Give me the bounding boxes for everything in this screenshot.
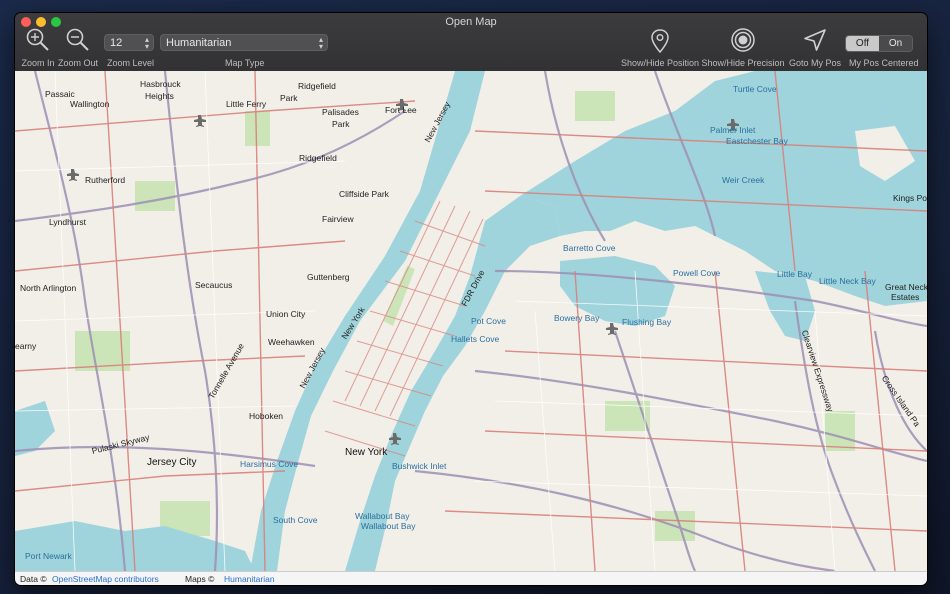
map-label: Lyndhurst <box>49 217 87 227</box>
map-label: Turtle Cove <box>733 84 777 94</box>
map-label: Kings Poi <box>893 193 927 203</box>
zoom-in-icon <box>26 28 49 51</box>
map-label: Wallabout Bay <box>355 511 410 521</box>
toolbar: Open Map Zoom In Zoom Out 12 ▴ ▾ Zoom Le… <box>15 13 927 72</box>
toggle-off-option[interactable]: Off <box>846 36 879 51</box>
map-label: Weir Creek <box>722 175 765 185</box>
app-window: Open Map Zoom In Zoom Out 12 ▴ ▾ Zoom Le… <box>15 13 927 585</box>
map-label: Secaucus <box>195 280 233 290</box>
zoom-level-value: 12 <box>110 37 123 49</box>
maps-attribution-prefix: Maps © <box>185 574 215 584</box>
map-label: Cliffside Park <box>339 189 389 199</box>
show-hide-position-label: Show/Hide Position <box>620 58 700 68</box>
map-label: Port Newark <box>25 551 72 561</box>
map-label: Harsimus Cove <box>240 459 299 469</box>
map-label: Hoboken <box>249 411 284 421</box>
map-label: Palisades <box>322 107 359 117</box>
zoom-out-icon <box>66 28 89 51</box>
map-label: Little Bay <box>777 269 812 279</box>
toggle-on-option[interactable]: On <box>879 36 912 51</box>
map-label: Rutherford <box>85 175 126 185</box>
map-label: Heights <box>145 91 174 101</box>
zoom-in-button[interactable]: Zoom In <box>21 27 55 68</box>
zoom-out-button[interactable]: Zoom Out <box>58 27 98 68</box>
map-label: New York <box>345 447 388 458</box>
map-label: Palmer Inlet <box>710 125 756 135</box>
map-pin-icon <box>651 29 669 54</box>
map-label: Bushwick Inlet <box>392 461 447 471</box>
zoom-level-select[interactable]: 12 ▴ ▾ <box>104 34 154 51</box>
my-pos-centered-toggle: Off On <box>845 35 913 52</box>
map-label: Bowery Bay <box>554 313 600 323</box>
zoom-out-label: Zoom Out <box>57 58 99 68</box>
map-label: Wallington <box>70 99 110 109</box>
show-hide-precision-button[interactable]: Show/Hide Precision <box>701 27 785 68</box>
map-label: Hasbrouck <box>140 79 181 89</box>
map-label: Pot Cove <box>471 316 506 326</box>
map-label: earny <box>15 341 37 351</box>
map-label: Wallabout Bay <box>361 521 416 531</box>
attribution-bar: Data © OpenStreetMap contributors Maps ©… <box>15 571 927 585</box>
map-view[interactable]: Passaic Wallington Hasbrouck Heights Lit… <box>15 71 927 571</box>
show-hide-position-button[interactable]: Show/Hide Position <box>621 27 699 68</box>
map-label: Little Neck Bay <box>819 276 876 286</box>
target-icon <box>731 28 755 52</box>
map-label: Park <box>280 93 298 103</box>
zoom-level-label: Zoom Level <box>107 58 155 68</box>
map-label: Weehawken <box>268 337 315 347</box>
map-label: Hallets Cove <box>451 334 500 344</box>
chevron-updown-icon: ▴ ▾ <box>144 35 149 51</box>
window-title: Open Map <box>445 16 497 28</box>
map-label: Barretto Cove <box>563 243 616 253</box>
map-label: Guttenberg <box>307 272 350 282</box>
zoom-in-label: Zoom In <box>21 58 55 68</box>
humanitarian-link[interactable]: Humanitarian <box>224 572 275 585</box>
data-attribution-prefix: Data © <box>20 574 47 584</box>
map-type-value: Humanitarian <box>166 37 232 49</box>
map-label: Estates <box>891 292 920 302</box>
map-label: Powell Cove <box>673 268 721 278</box>
map-type-select[interactable]: Humanitarian ▴ ▾ <box>160 34 328 51</box>
show-hide-precision-label: Show/Hide Precision <box>701 58 785 68</box>
map-type-label: Map Type <box>225 58 265 68</box>
map-label: Union City <box>266 309 306 319</box>
map-label: North Arlington <box>20 283 77 293</box>
map-label: Passaic <box>45 89 75 99</box>
goto-my-pos-label: Goto My Pos <box>788 58 842 68</box>
goto-my-pos-button[interactable]: Goto My Pos <box>789 27 841 68</box>
map-label: Jersey City <box>147 457 197 468</box>
navigation-arrow-icon <box>804 29 826 51</box>
map-label: Flushing Bay <box>622 317 672 327</box>
map-label: Park <box>332 119 350 129</box>
map-label: Eastchester Bay <box>726 136 788 146</box>
map-label: Fort Lee <box>385 105 417 115</box>
map-label: Ridgefield <box>298 81 336 91</box>
my-pos-centered-label: My Pos Centered <box>849 58 919 68</box>
map-label: South Cove <box>273 515 318 525</box>
osm-contributors-link[interactable]: OpenStreetMap contributors <box>52 572 159 585</box>
map-label: Fairview <box>322 214 354 224</box>
map-label: Great Neck <box>885 282 927 292</box>
map-label: Ridgefield <box>299 153 337 163</box>
chevron-updown-icon: ▴ ▾ <box>318 35 323 51</box>
map-label: Little Ferry <box>226 99 267 109</box>
